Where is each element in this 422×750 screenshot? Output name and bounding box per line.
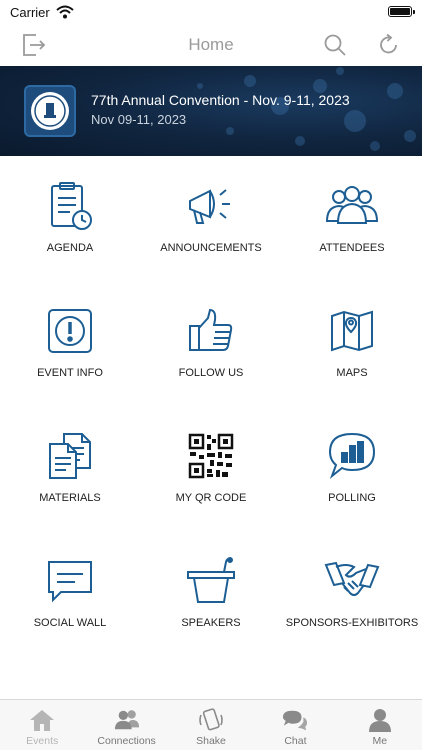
tile-label: SPEAKERS (181, 617, 241, 629)
tile-my-qr-code[interactable]: MY QR CODE (141, 406, 281, 531)
refresh-button[interactable] (372, 28, 406, 62)
tile-label: SOCIAL WALL (33, 617, 107, 629)
tab-label: Me (372, 735, 388, 747)
documents-icon (49, 433, 91, 479)
info-exclamation-icon (48, 309, 92, 353)
tab-label: Events (26, 735, 59, 747)
carrier-label: Carrier (10, 4, 50, 20)
event-logo (24, 85, 76, 137)
tile-agenda[interactable]: AGENDA (0, 156, 140, 281)
tile-maps[interactable]: MAPS (282, 281, 422, 406)
tile-label: POLLING (328, 492, 376, 504)
home-icon (30, 710, 55, 731)
page-title: Home (188, 35, 234, 54)
qr-code-icon (188, 433, 234, 479)
tile-speakers[interactable]: SPEAKERS (141, 531, 281, 656)
tile-label: FOLLOW US (178, 367, 244, 379)
osba-seal-icon (34, 95, 66, 127)
tab-label: Chat (284, 735, 307, 747)
tile-label: ATTENDEES (319, 242, 385, 254)
tab-events[interactable]: Events (0, 700, 84, 750)
battery-icon (388, 6, 415, 17)
chat-board-icon (48, 561, 92, 603)
tile-sponsors-exhibitors[interactable]: SPONSORS-EXHIBITORS (282, 531, 422, 656)
tile-label: ANNOUNCEMENTS (160, 242, 262, 254)
tab-shake[interactable]: Shake (169, 700, 253, 750)
connections-icon (114, 710, 139, 730)
map-pin-icon (331, 310, 373, 352)
event-date: Nov 09-11, 2023 (91, 112, 187, 127)
chat-bubbles-icon (283, 710, 308, 731)
clipboard-clock-icon (51, 182, 92, 230)
nav-bar: Home (0, 24, 422, 66)
tab-bar: Events Connections Shake Chat Me (0, 699, 422, 750)
poll-chat-icon (328, 432, 376, 480)
logout-button[interactable] (16, 28, 50, 62)
tile-label: MY QR CODE (175, 492, 247, 504)
tab-connections[interactable]: Connections (84, 700, 168, 750)
tile-social-wall[interactable]: SOCIAL WALL (0, 531, 140, 656)
refresh-icon (380, 33, 397, 54)
logout-icon (23, 34, 46, 56)
tab-label: Connections (97, 735, 156, 747)
tab-label: Shake (196, 735, 226, 747)
people-icon (325, 186, 379, 224)
event-title: 77th Annual Convention - Nov. 9-11, 2023 (91, 92, 350, 108)
tile-announcements[interactable]: ANNOUNCEMENTS (141, 156, 281, 281)
tile-materials[interactable]: MATERIALS (0, 406, 140, 531)
person-icon (368, 709, 391, 732)
tab-me[interactable]: Me (338, 700, 422, 750)
handshake-icon (324, 561, 380, 596)
tile-attendees[interactable]: ATTENDEES (282, 156, 422, 281)
thumbs-up-icon (189, 308, 233, 351)
shake-phone-icon (199, 708, 223, 731)
tile-label: SPONSORS-EXHIBITORS (285, 617, 419, 629)
tile-event-info[interactable]: EVENT INFO (0, 281, 140, 406)
podium-icon (187, 557, 235, 603)
tile-label: AGENDA (46, 242, 94, 254)
megaphone-icon (189, 189, 230, 224)
tile-follow-us[interactable]: FOLLOW US (141, 281, 281, 406)
search-icon (324, 34, 346, 56)
wifi-icon (56, 5, 74, 19)
tile-label: MATERIALS (39, 492, 101, 504)
tab-chat[interactable]: Chat (253, 700, 337, 750)
tile-label: MAPS (336, 367, 368, 379)
tile-label: EVENT INFO (37, 367, 103, 379)
tile-polling[interactable]: POLLING (282, 406, 422, 531)
event-banner[interactable]: 77th Annual Convention - Nov. 9-11, 2023… (0, 66, 422, 156)
search-button[interactable] (318, 28, 352, 62)
status-bar: Carrier (0, 0, 422, 24)
